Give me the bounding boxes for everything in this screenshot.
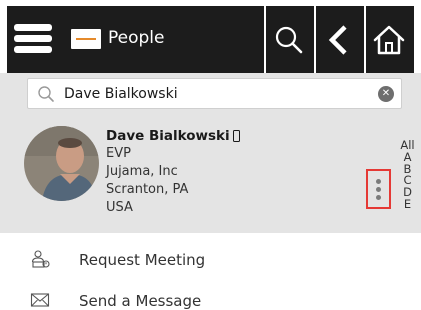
mobile-phone-icon bbox=[232, 130, 240, 142]
back-arrow-icon bbox=[328, 24, 347, 55]
send-message-action[interactable]: Send a Message bbox=[0, 284, 421, 310]
search-button[interactable] bbox=[264, 6, 314, 73]
request-meeting-action[interactable]: Request Meeting bbox=[0, 243, 421, 277]
contact-card[interactable]: Dave Bialkowski EVP Jujama, Inc Scranton… bbox=[0, 121, 421, 233]
home-button[interactable] bbox=[364, 6, 414, 73]
search-icon bbox=[38, 86, 54, 102]
contact-name-row: Dave Bialkowski bbox=[106, 127, 240, 145]
page-title: People bbox=[108, 28, 165, 48]
envelope-icon bbox=[30, 293, 50, 307]
request-meeting-icon bbox=[31, 250, 50, 268]
home-icon bbox=[373, 25, 405, 54]
back-button[interactable] bbox=[314, 6, 364, 73]
avatar bbox=[24, 126, 99, 201]
more-options-icon[interactable] bbox=[366, 169, 391, 209]
hamburger-menu-icon[interactable] bbox=[14, 24, 52, 54]
clear-search-icon[interactable]: ✕ bbox=[378, 86, 394, 102]
search-input[interactable]: Dave Bialkowski ✕ bbox=[27, 78, 402, 109]
search-icon bbox=[275, 26, 303, 53]
alphabet-index[interactable]: All A B C D E bbox=[394, 140, 421, 233]
contact-title: EVP bbox=[106, 146, 131, 161]
contact-name: Dave Bialkowski bbox=[106, 128, 230, 144]
contact-company: Jujama, Inc bbox=[106, 164, 178, 179]
search-area: Dave Bialkowski ✕ bbox=[0, 73, 421, 121]
request-meeting-label: Request Meeting bbox=[79, 251, 206, 269]
contact-location: Scranton, PA bbox=[106, 182, 189, 197]
app-header: People bbox=[0, 0, 421, 73]
app-logo bbox=[71, 29, 101, 49]
contact-country: USA bbox=[106, 200, 133, 215]
send-message-label: Send a Message bbox=[79, 292, 202, 310]
alpha-index-e[interactable]: E bbox=[394, 198, 421, 211]
search-query-text: Dave Bialkowski bbox=[64, 86, 178, 102]
